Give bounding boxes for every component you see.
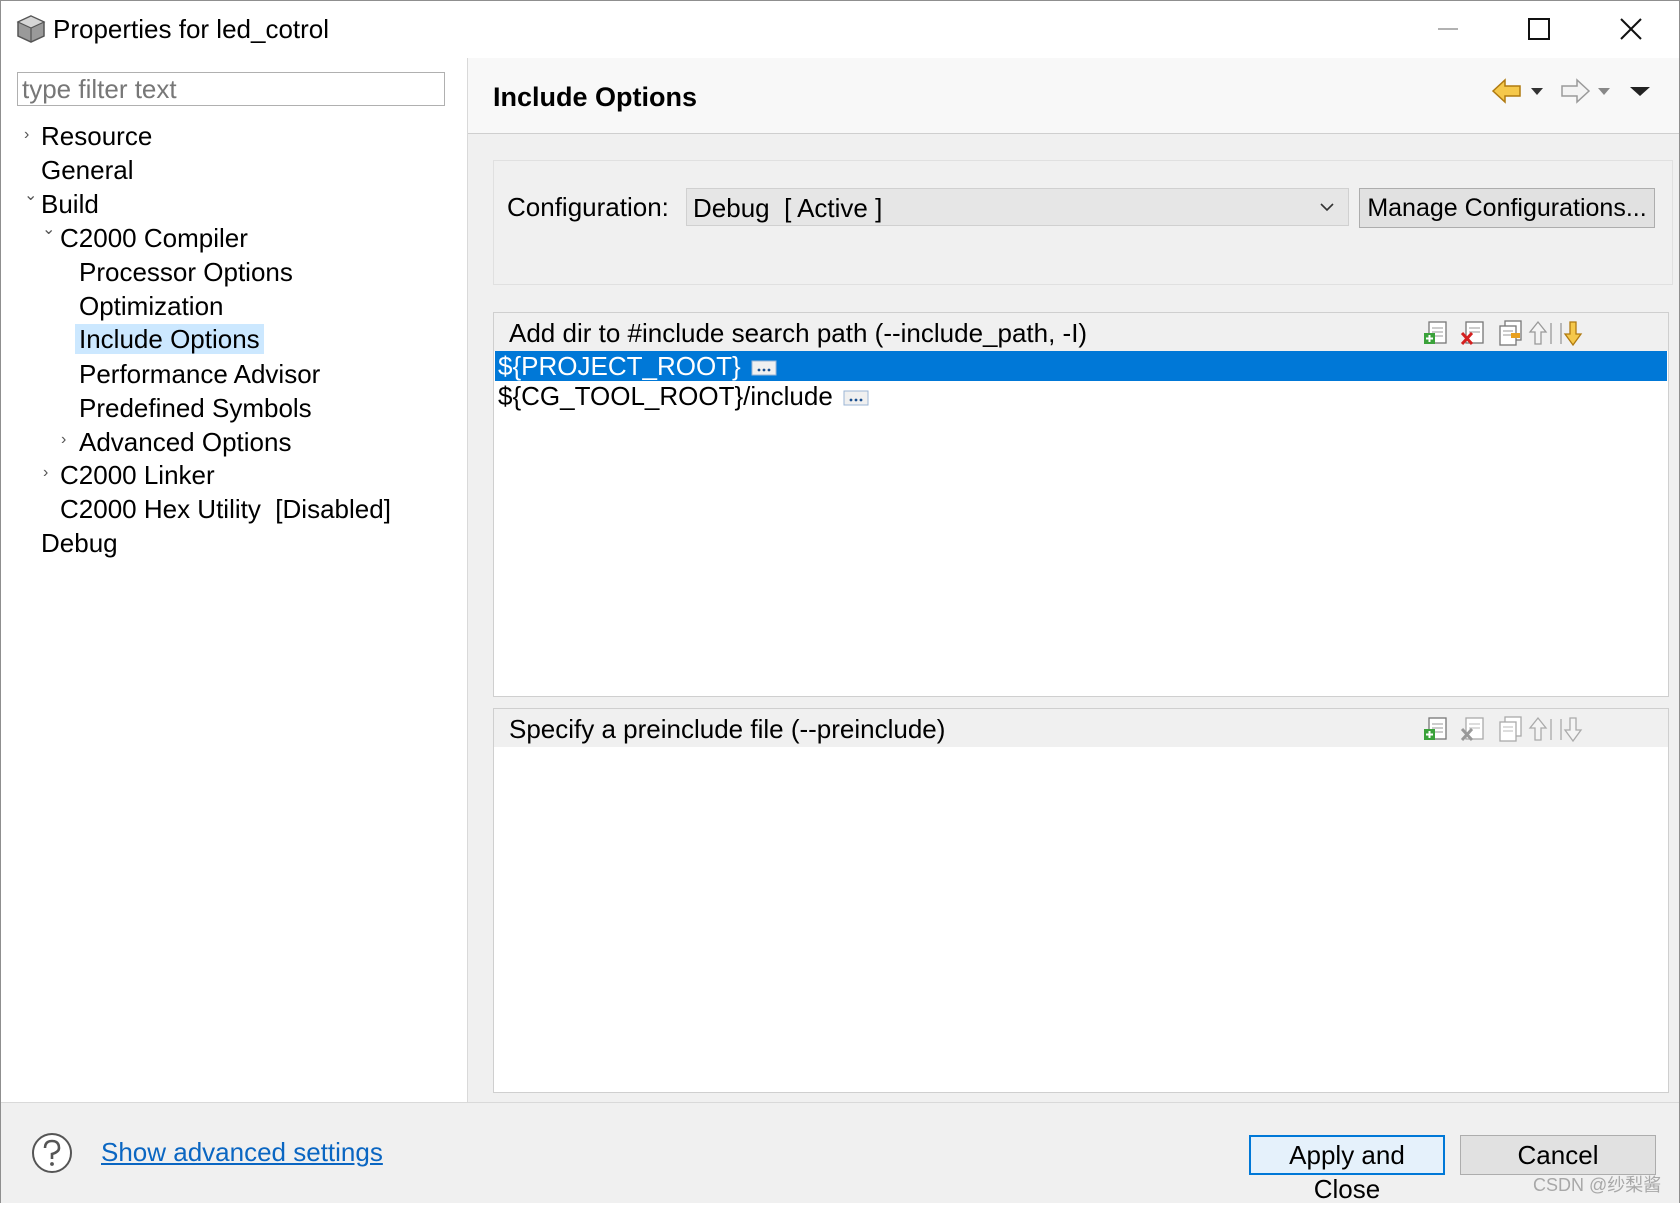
close-icon: [1620, 18, 1642, 40]
tree-item-label: Performance Advisor: [79, 359, 321, 389]
forward-arrow-icon[interactable]: [1559, 76, 1591, 106]
minimize-button[interactable]: [1404, 1, 1494, 58]
add-icon[interactable]: [1422, 715, 1450, 743]
tree-item-performance-advisor[interactable]: Performance Advisor: [79, 359, 320, 390]
app-icon: [16, 15, 46, 43]
tree-item-general[interactable]: General: [41, 155, 134, 186]
view-menu-icon[interactable]: [1628, 76, 1652, 106]
manage-configurations-button[interactable]: Manage Configurations...: [1359, 188, 1655, 228]
tree-item-label: C2000 Linker: [60, 460, 215, 490]
tree-item-label: Predefined Symbols: [79, 393, 312, 423]
back-arrow-icon[interactable]: [1491, 76, 1523, 106]
maximize-button[interactable]: [1494, 1, 1584, 58]
include-path-row[interactable]: ${CG_TOOL_ROOT}/include: [495, 381, 1667, 411]
expand-arrow-icon[interactable]: ›: [61, 431, 66, 449]
tree-item-optimization[interactable]: Optimization: [79, 291, 224, 322]
preinclude-header: Specify a preinclude file (--preinclude): [494, 709, 1668, 747]
help-icon[interactable]: [30, 1131, 74, 1175]
tree-item-label: Processor Options: [79, 257, 293, 287]
tree-item-include-options[interactable]: Include Options: [75, 324, 264, 355]
filter-input[interactable]: [17, 72, 445, 106]
configuration-select[interactable]: Debug [ Active ]: [686, 188, 1349, 226]
tree-item-label: Include Options: [75, 324, 264, 354]
include-path-panel: Add dir to #include search path (--inclu…: [493, 312, 1669, 697]
cancel-button[interactable]: Cancel: [1460, 1135, 1656, 1175]
tree-item-c2000-linker[interactable]: C2000 Linker: [60, 460, 215, 491]
page-header: Include Options: [468, 58, 1679, 134]
forward-history-dropdown-icon[interactable]: [1595, 76, 1613, 106]
tree-item-c2000-hex-utility[interactable]: C2000 Hex Utility [Disabled]: [60, 494, 391, 525]
tree-item-label: Debug: [41, 528, 118, 558]
tree-item-label: C2000 Compiler: [60, 223, 248, 253]
back-history-dropdown-icon[interactable]: [1528, 76, 1546, 106]
navigation-pane: › Resource General ⌄ Build ⌄ C2000 Compi…: [1, 58, 468, 1102]
page-title: Include Options: [493, 82, 698, 112]
tree-item-label: Resource: [41, 121, 153, 151]
move-up-icon: [1528, 716, 1552, 741]
include-path-header: Add dir to #include search path (--inclu…: [494, 313, 1668, 351]
preinclude-panel: Specify a preinclude file (--preinclude): [493, 708, 1669, 1093]
tree-item-label: Advanced Options: [79, 427, 292, 457]
tree-item-predefined-symbols[interactable]: Predefined Symbols: [79, 393, 312, 424]
dialog-footer: Show advanced settings Apply and Close C…: [1, 1102, 1679, 1204]
apply-and-close-button[interactable]: Apply and Close: [1249, 1135, 1445, 1204]
expand-arrow-icon[interactable]: ›: [24, 126, 29, 144]
close-button[interactable]: [1586, 1, 1676, 58]
collapse-arrow-icon[interactable]: ⌄: [42, 219, 55, 239]
include-path-title: Add dir to #include search path (--inclu…: [509, 318, 1088, 348]
tree-item-advanced-options[interactable]: Advanced Options: [79, 427, 291, 458]
tree-item-c2000-compiler[interactable]: C2000 Compiler: [60, 223, 248, 254]
title-bar: Properties for led_cotrol: [1, 1, 1679, 58]
collapse-arrow-icon[interactable]: ⌄: [24, 185, 37, 205]
properties-dialog: Properties for led_cotrol › Resource Gen…: [0, 0, 1680, 1204]
window-title: Properties for led_cotrol: [53, 14, 330, 44]
watermark: CSDN @纱梨酱: [1533, 1175, 1662, 1195]
ellipsis-icon[interactable]: [843, 390, 869, 406]
edit-icon: [1499, 716, 1522, 742]
tree-item-label: Optimization: [79, 291, 224, 321]
content-pane: Include Options Configuration: Debug [ A…: [468, 58, 1679, 1102]
preinclude-title: Specify a preinclude file (--preinclude): [509, 714, 946, 744]
configuration-group: Configuration: Debug [ Active ] Manage C…: [493, 160, 1673, 285]
delete-icon: [1460, 717, 1484, 742]
include-path-row[interactable]: ${PROJECT_ROOT}: [495, 351, 1667, 381]
move-down-icon: [1560, 717, 1583, 743]
tree-item-label: Build: [41, 189, 99, 219]
configuration-value: Debug [ Active ]: [693, 193, 883, 223]
move-down-icon[interactable]: [1558, 319, 1586, 347]
chevron-down-icon: [1320, 203, 1334, 212]
tree-item-debug[interactable]: Debug: [41, 528, 118, 559]
delete-icon[interactable]: [1459, 319, 1487, 347]
tree-item-label: C2000 Hex Utility [Disabled]: [60, 494, 391, 524]
maximize-icon: [1528, 18, 1550, 40]
move-up-icon[interactable]: [1526, 319, 1554, 347]
tree-item-resource[interactable]: Resource: [41, 121, 152, 152]
minimize-icon: [1438, 28, 1458, 30]
include-path-value: ${CG_TOOL_ROOT}/include: [498, 381, 869, 412]
tree-item-label: General: [41, 155, 134, 185]
tree-item-processor-options[interactable]: Processor Options: [79, 257, 293, 288]
show-advanced-settings-link[interactable]: Show advanced settings: [101, 1137, 383, 1168]
add-icon[interactable]: [1422, 319, 1450, 347]
expand-arrow-icon[interactable]: ›: [43, 464, 48, 482]
include-path-value: ${PROJECT_ROOT}: [498, 351, 777, 382]
tree-item-build[interactable]: Build: [41, 189, 99, 220]
edit-icon[interactable]: [1496, 319, 1524, 347]
configuration-label: Configuration:: [507, 192, 669, 222]
ellipsis-icon[interactable]: [751, 360, 777, 376]
